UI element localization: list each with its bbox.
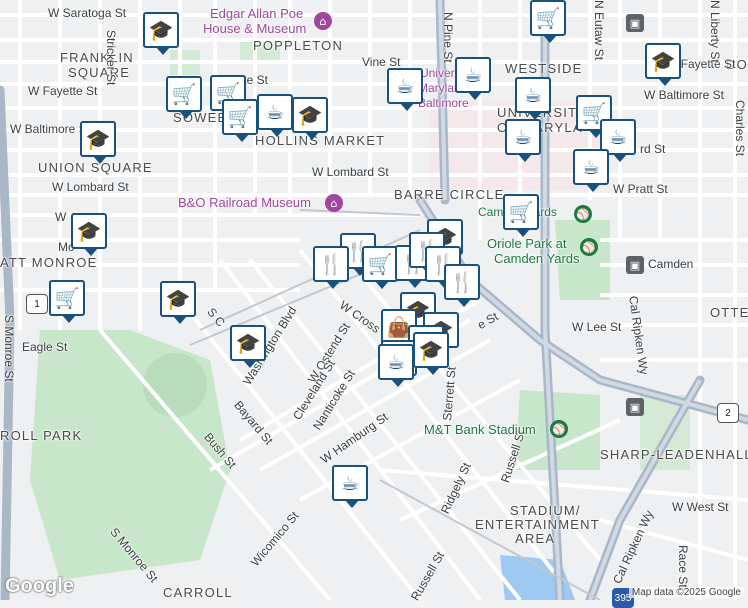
stadium-icon[interactable]: ⚾	[580, 238, 598, 256]
graduation-cap-icon[interactable]: 🎓	[292, 97, 328, 140]
fork-knife-icon[interactable]: 🍴	[313, 246, 349, 289]
shopping-cart-icon[interactable]: 🛒	[222, 99, 258, 142]
coffee-cup-icon[interactable]: ☕	[332, 465, 368, 508]
graduation-cap-icon[interactable]: 🎓	[143, 12, 179, 55]
coffee-cup-icon[interactable]: ☕	[455, 57, 491, 100]
coffee-cup-icon[interactable]: ☕	[378, 344, 414, 387]
train-icon[interactable]: ▣	[626, 14, 644, 32]
coffee-cup-icon[interactable]: ☕	[515, 77, 551, 120]
train-icon[interactable]: ▣	[626, 256, 644, 274]
train-icon[interactable]: ▣	[626, 398, 644, 416]
graduation-cap-icon[interactable]: 🎓	[80, 121, 116, 164]
graduation-cap-icon[interactable]: 🎓	[160, 281, 196, 324]
coffee-cup-icon[interactable]: ☕	[505, 119, 541, 162]
shopping-cart-icon[interactable]: 🛒	[503, 194, 539, 237]
map-canvas[interactable]	[0, 0, 748, 600]
museum-icon[interactable]: ⌂	[314, 12, 332, 30]
graduation-cap-icon[interactable]: 🎓	[645, 43, 681, 86]
shopping-cart-icon[interactable]: 🛒	[49, 280, 85, 323]
shopping-cart-icon[interactable]: 🛒	[530, 0, 566, 43]
oriole-park-green	[555, 220, 610, 300]
google-logo: Google	[5, 575, 74, 597]
map-attribution[interactable]: Map data ©2025 Google	[628, 587, 744, 598]
graduation-cap-icon[interactable]: 🎓	[71, 213, 107, 256]
coffee-cup-icon[interactable]: ☕	[573, 149, 609, 192]
shopping-cart-icon[interactable]: 🛒	[166, 76, 202, 119]
coffee-cup-icon[interactable]: ☕	[387, 68, 423, 111]
route-shield: 2	[717, 403, 739, 423]
graduation-cap-icon[interactable]: 🎓	[230, 325, 266, 368]
route-shield: 1	[26, 294, 48, 314]
stadium-icon[interactable]: ⚾	[574, 205, 592, 223]
stadium-icon[interactable]: ⚾	[550, 420, 568, 438]
graduation-cap-icon[interactable]: 🎓	[413, 332, 449, 375]
shopping-cart-icon[interactable]: 🛒	[362, 246, 398, 289]
coffee-cup-icon[interactable]: ☕	[257, 94, 293, 137]
museum-icon[interactable]: ⌂	[325, 194, 343, 212]
fork-knife-icon[interactable]: 🍴	[444, 264, 480, 307]
